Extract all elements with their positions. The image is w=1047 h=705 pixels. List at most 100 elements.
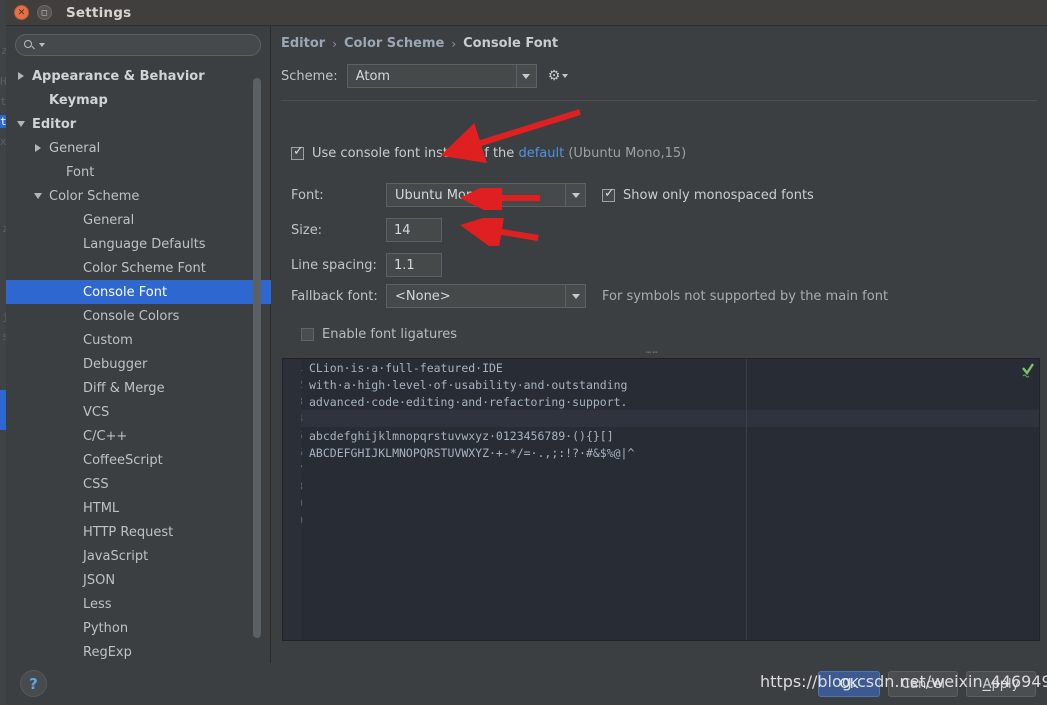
sidebar-item-regexp[interactable]: RegExp xyxy=(6,640,271,663)
sidebar-item-http-request[interactable]: HTTP Request xyxy=(6,520,271,544)
chevron-down-icon[interactable] xyxy=(565,285,585,307)
sidebar-item-general[interactable]: General xyxy=(6,136,271,160)
monospaced-row[interactable]: Show only monospaced fonts xyxy=(602,187,814,203)
sidebar-item-color-scheme-font[interactable]: Color Scheme Font xyxy=(6,256,271,280)
gear-icon[interactable]: ⚙ xyxy=(548,69,569,83)
chevron-down-icon[interactable] xyxy=(565,184,585,206)
sidebar-item-console-colors[interactable]: Console Colors xyxy=(6,304,271,328)
line-number: 10 xyxy=(301,515,309,527)
monospaced-checkbox[interactable] xyxy=(602,187,615,202)
sidebar-item-editor[interactable]: Editor xyxy=(6,112,271,136)
line-number: 8 xyxy=(301,481,309,493)
editor-gutter xyxy=(283,359,301,640)
size-row: Size: 14 xyxy=(291,218,814,242)
fallback-font-hint: For symbols not supported by the main fo… xyxy=(602,288,889,304)
chevron-down-icon[interactable] xyxy=(515,65,536,87)
preview-line: 8 xyxy=(301,478,1039,495)
sidebar-item-label: VCS xyxy=(83,404,110,420)
sidebar-item-coffeescript[interactable]: CoffeeScript xyxy=(6,448,271,472)
line-number: 4 xyxy=(301,413,309,425)
sidebar-item-less[interactable]: Less xyxy=(6,592,271,616)
search-icon xyxy=(24,39,37,52)
sidebar-item-label: Appearance & Behavior xyxy=(32,68,205,84)
chevron-down-icon[interactable] xyxy=(39,43,45,47)
sidebar-item-custom[interactable]: Custom xyxy=(6,328,271,352)
sidebar-item-label: Diff & Merge xyxy=(83,380,165,396)
chevron-right-icon[interactable] xyxy=(31,144,45,152)
sidebar-item-console-font[interactable]: Console Font xyxy=(6,280,271,304)
preview-line: 2with·a·high·level·of·usability·and·outs… xyxy=(301,376,1039,393)
sidebar-item-keymap[interactable]: Keymap xyxy=(6,88,271,112)
font-label: Font: xyxy=(291,187,324,203)
size-label: Size: xyxy=(291,222,323,238)
breadcrumb-item[interactable]: Editor xyxy=(281,36,325,51)
sidebar-item-diff-merge[interactable]: Diff & Merge xyxy=(6,376,271,400)
maximize-icon[interactable]: ◻ xyxy=(37,5,52,20)
use-console-font-checkbox[interactable] xyxy=(291,145,304,160)
chevron-right-icon[interactable] xyxy=(14,72,28,80)
preview-line-text: CLion·is·a·full-featured·IDE xyxy=(309,360,503,375)
sidebar-scrollbar-thumb[interactable] xyxy=(253,78,261,638)
sidebar-item-language-defaults[interactable]: Language Defaults xyxy=(6,232,271,256)
fallback-font-select[interactable]: <None> xyxy=(386,284,586,308)
search-input[interactable] xyxy=(49,38,252,52)
line-spacing-input[interactable]: 1.1 xyxy=(386,253,442,277)
preview-line: 10 xyxy=(301,512,1039,529)
ligatures-row[interactable]: Enable font ligatures xyxy=(301,327,457,342)
preview-splitter[interactable]: ⋯⋯ xyxy=(271,345,1047,358)
splitter-handle: ⋯⋯ xyxy=(646,348,659,358)
preview-code-area: 1CLion·is·a·full-featured·IDE2with·a·hig… xyxy=(301,359,1039,640)
window-title: Settings xyxy=(66,4,132,21)
sidebar-item-general[interactable]: General xyxy=(6,208,271,232)
sidebar-item-label: JavaScript xyxy=(83,548,149,564)
sidebar-item-python[interactable]: Python xyxy=(6,616,271,640)
help-icon[interactable]: ? xyxy=(20,670,47,697)
close-icon[interactable]: ✕ xyxy=(14,5,29,20)
inspection-ok-icon[interactable] xyxy=(1021,363,1035,379)
sidebar-item-debugger[interactable]: Debugger xyxy=(6,352,271,376)
sidebar-item-color-scheme[interactable]: Color Scheme xyxy=(6,184,271,208)
breadcrumb-item[interactable]: Color Scheme xyxy=(344,36,444,51)
size-input[interactable]: 14 xyxy=(386,218,442,242)
font-row: Font: Ubuntu Mono Show only monospaced f… xyxy=(291,183,814,207)
sidebar-item-appearance-behavior[interactable]: Appearance & Behavior xyxy=(6,64,271,88)
scheme-value: Atom xyxy=(355,68,391,84)
sidebar-item-html[interactable]: HTML xyxy=(6,496,271,520)
sidebar-item-label: Font xyxy=(66,164,95,180)
fallback-font-value: <None> xyxy=(395,288,451,304)
preview-line: 1CLion·is·a·full-featured·IDE xyxy=(301,359,1039,376)
sidebar-item-label: Python xyxy=(83,620,129,636)
sidebar-item-javascript[interactable]: JavaScript xyxy=(6,544,271,568)
line-spacing-label: Line spacing: xyxy=(291,257,377,273)
chevron-down-icon[interactable] xyxy=(14,121,28,127)
chevron-down-icon[interactable] xyxy=(31,193,45,199)
sidebar-item-label: Console Font xyxy=(83,284,168,300)
sidebar-item-label: RegExp xyxy=(83,644,132,660)
sidebar-item-font[interactable]: Font xyxy=(6,160,271,184)
ligatures-checkbox[interactable] xyxy=(301,328,314,341)
ligatures-label: Enable font ligatures xyxy=(322,327,458,342)
line-number: 7 xyxy=(301,464,309,476)
search-box[interactable] xyxy=(15,34,261,56)
sidebar-item-c-c[interactable]: C/C++ xyxy=(6,424,271,448)
scheme-select[interactable]: Atom xyxy=(346,64,537,88)
sidebar-item-label: Custom xyxy=(83,332,133,348)
sidebar-item-css[interactable]: CSS xyxy=(6,472,271,496)
sidebar-item-label: CoffeeScript xyxy=(83,452,163,468)
font-preview-editor[interactable]: 1CLion·is·a·full-featured·IDE2with·a·hig… xyxy=(282,358,1040,641)
sidebar-item-json[interactable]: JSON xyxy=(6,568,271,592)
preview-line: 5abcdefghijklmnopqrstuvwxyz·0123456789·(… xyxy=(301,427,1039,444)
sidebar-item-label: Editor xyxy=(32,116,77,132)
arrow-to-size-field xyxy=(460,188,540,210)
sidebar-item-label: JSON xyxy=(83,572,116,588)
preview-line-text: with·a·high·level·of·usability·and·outst… xyxy=(309,377,628,392)
arrow-to-font-dropdown xyxy=(440,109,581,163)
size-value: 14 xyxy=(394,222,411,238)
font-settings-form: Font: Ubuntu Mono Show only monospaced f… xyxy=(291,183,814,288)
preview-line: 6ABCDEFGHIJKLMNOPQRSTUVWXYZ·+-*/=·.,;:!?… xyxy=(301,444,1039,461)
watermark: https://blog.csdn.net/weixin_44694952 xyxy=(760,672,1047,691)
line-number: 9 xyxy=(301,498,309,510)
sidebar-item-vcs[interactable]: VCS xyxy=(6,400,271,424)
title-bar: ✕ ◻ Settings xyxy=(6,0,1047,26)
preview-line-text: abcdefghijklmnopqrstuvwxyz·0123456789·()… xyxy=(309,428,614,443)
